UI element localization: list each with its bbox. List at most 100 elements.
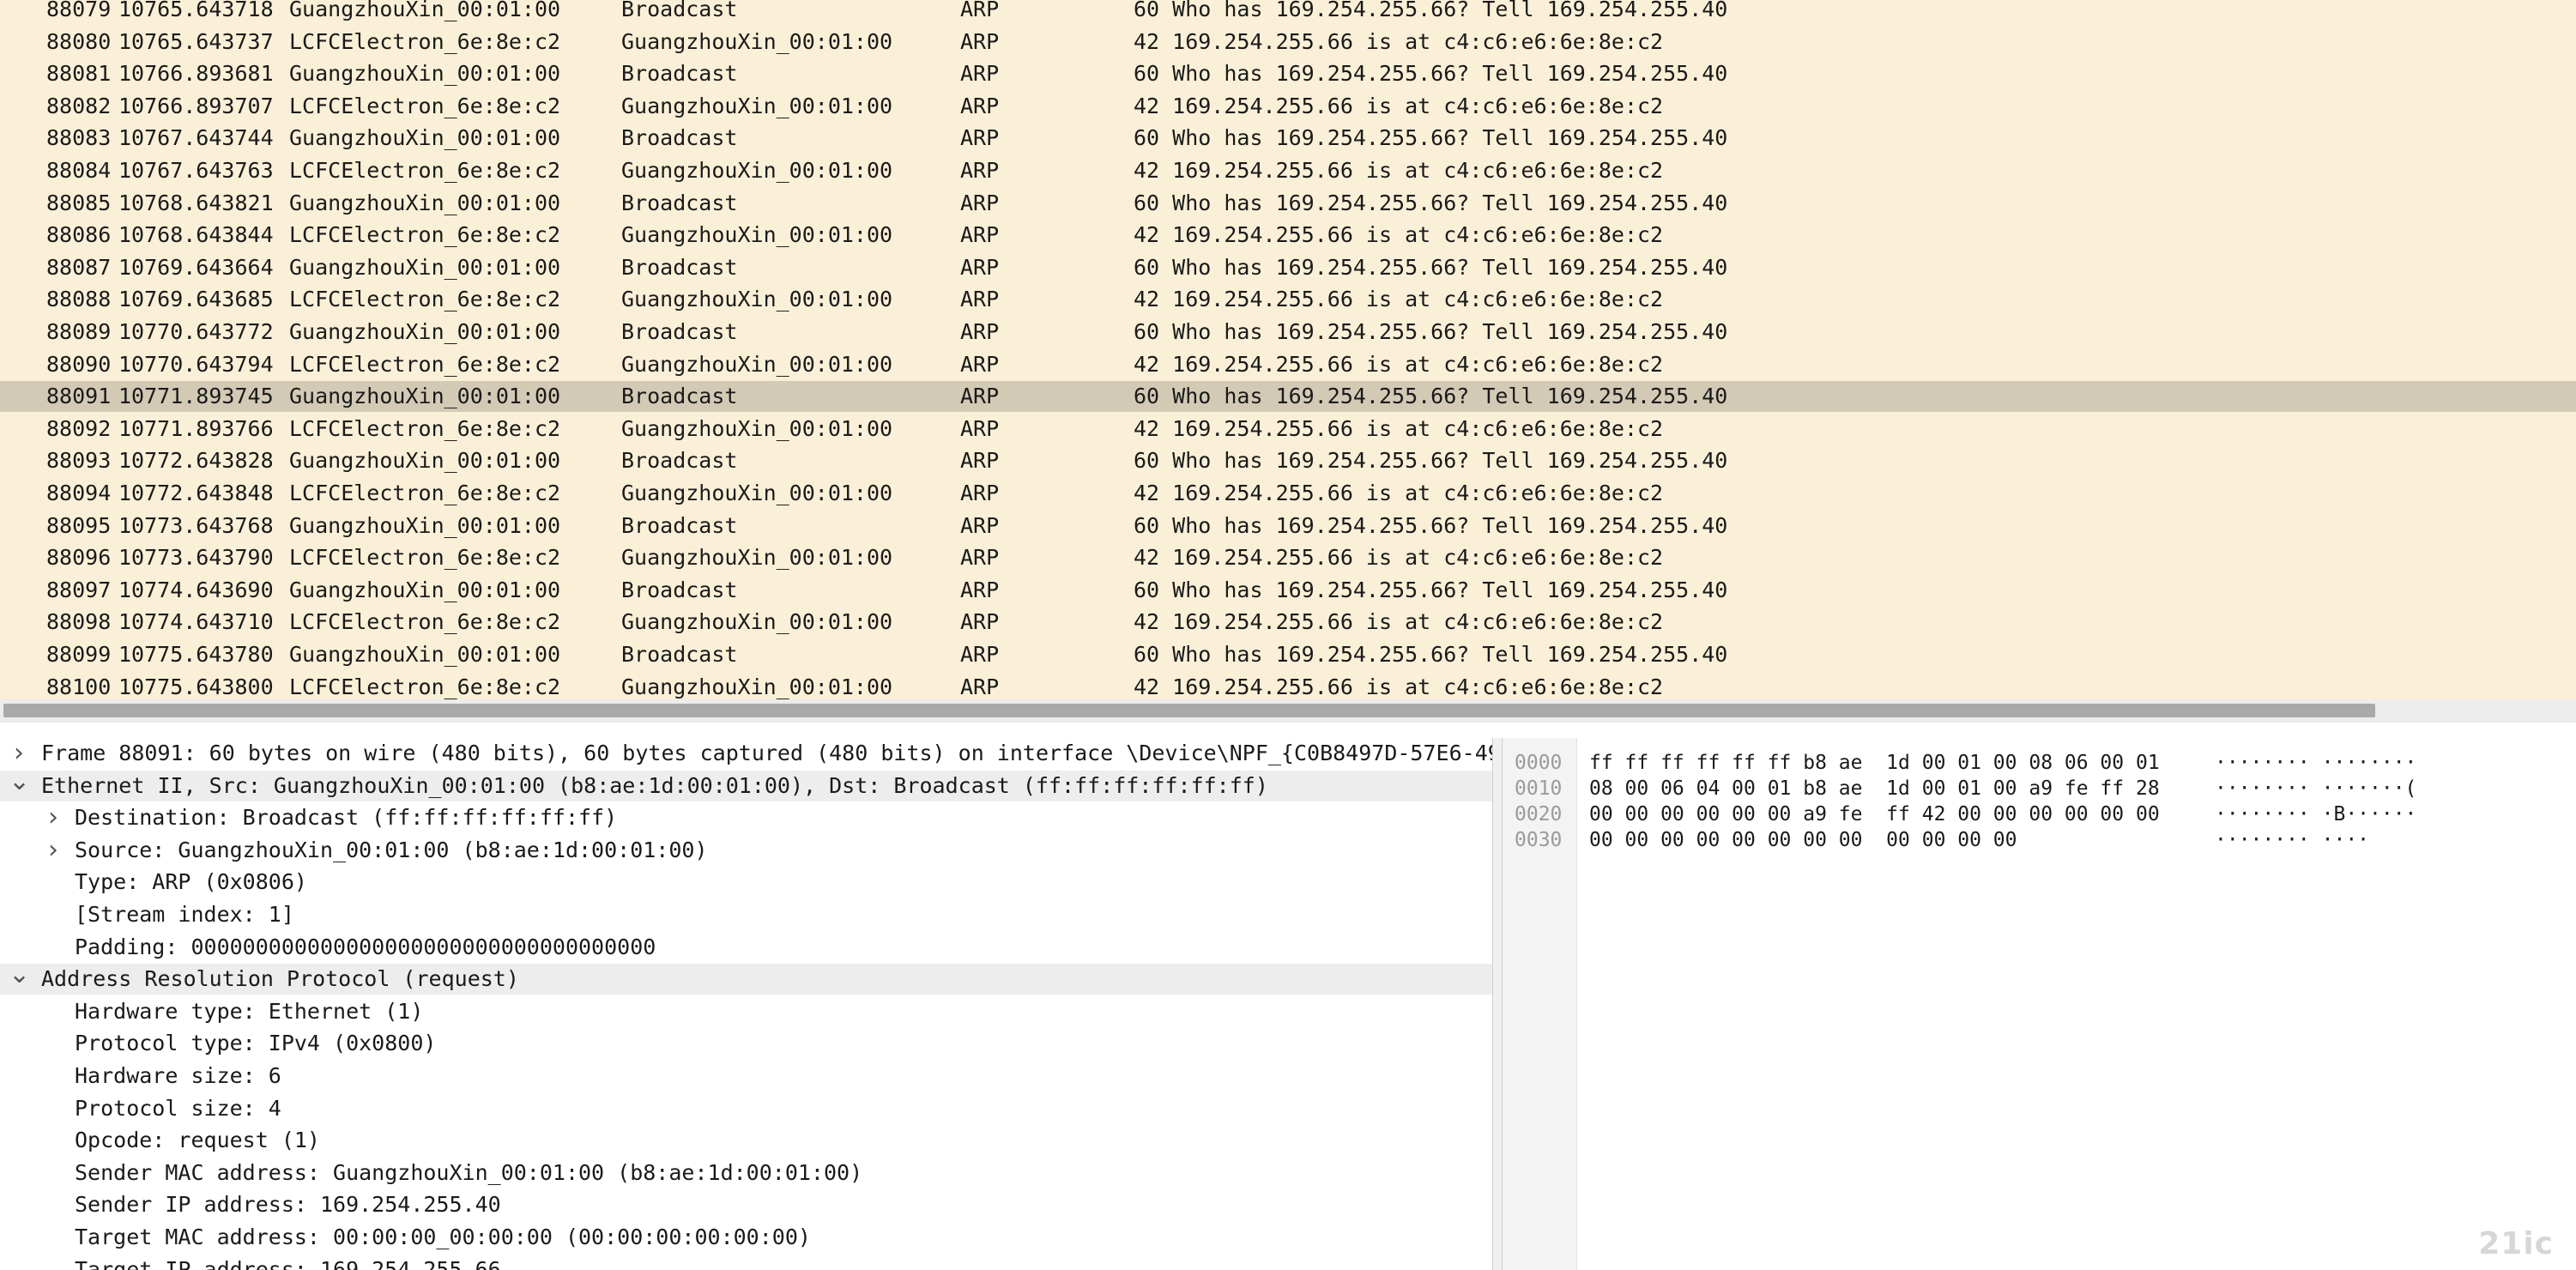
packet-source-cell: LCFCElectron_6e:8e:c2: [289, 222, 561, 248]
packet-info-cell: 60 Who has 169.254.255.66? Tell 169.254.…: [1134, 0, 1728, 21]
details-field-row[interactable]: Protocol size: 4: [0, 1093, 1492, 1124]
details-row-text: Type: ARP (0x0806): [75, 869, 307, 895]
packet-protocol-cell: ARP: [960, 287, 1000, 312]
packet-time-cell: 10771.893745: [118, 384, 274, 409]
packet-row[interactable]: 88084 10767.643763 LCFCElectron_6e:8e:c2 Gu…: [0, 155, 2576, 186]
details-field-row[interactable]: Protocol type: IPv4 (0x0800): [0, 1028, 1492, 1059]
packet-protocol-cell: ARP: [960, 609, 1000, 635]
packet-list-horizontal-scrollbar[interactable]: [0, 699, 2576, 722]
packet-info-cell: 42 169.254.255.66 is at c4:c6:e6:6e:8e:c…: [1134, 545, 1664, 571]
details-field-row[interactable]: Opcode: request (1): [0, 1125, 1492, 1156]
packet-protocol-cell: ARP: [960, 577, 1000, 602]
details-field-row[interactable]: Sender IP address: 169.254.255.40: [0, 1189, 1492, 1220]
packet-source-cell: LCFCElectron_6e:8e:c2: [289, 287, 561, 312]
details-field-row[interactable]: Hardware type: Ethernet (1): [0, 996, 1492, 1027]
packet-source-cell: LCFCElectron_6e:8e:c2: [289, 158, 561, 183]
details-row-text: Sender IP address: 169.254.255.40: [75, 1192, 501, 1218]
details-row-text: Frame 88091: 60 bytes on wire (480 bits)…: [41, 741, 1492, 765]
packet-row[interactable]: 88086 10768.643844 LCFCElectron_6e:8e:c2 Gu…: [0, 220, 2576, 251]
packet-row[interactable]: 88081 10766.893681 GuangzhouXin_00:01:00 Br…: [0, 58, 2576, 89]
packet-row[interactable]: 88096 10773.643790 LCFCElectron_6e:8e:c2 Gu…: [0, 542, 2576, 573]
details-protocol-row[interactable]: ⌄ Address Resolution Protocol (request): [0, 964, 1492, 995]
packet-no-cell: 88083: [46, 125, 112, 151]
packet-destination-cell: Broadcast: [621, 190, 738, 215]
details-field-row[interactable]: Sender MAC address: GuangzhouXin_00:01:0…: [0, 1158, 1492, 1188]
chevron-right-icon[interactable]: ›: [43, 802, 63, 833]
packet-row[interactable]: 88100 10775.643800 LCFCElectron_6e:8e:c2 Gu…: [0, 672, 2576, 699]
bytes-ascii[interactable]: ········ ·B······: [2215, 801, 2416, 827]
packet-info-cell: 42 169.254.255.66 is at c4:c6:e6:6e:8e:c…: [1134, 28, 1664, 54]
details-row-text: Padding: 0000000000000000000000000000000…: [75, 934, 656, 959]
bytes-ascii[interactable]: ········ ········: [2215, 750, 2416, 776]
packet-time-cell: 10773.643790: [118, 545, 274, 571]
chevron-right-icon[interactable]: ›: [43, 835, 63, 866]
packet-row[interactable]: 88099 10775.643780 GuangzhouXin_00:01:00 Br…: [0, 639, 2576, 670]
details-protocol-row[interactable]: ⌄ Ethernet II, Src: GuangzhouXin_00:01:00…: [0, 770, 1492, 801]
details-field-row[interactable]: [Stream index: 1]: [0, 899, 1492, 930]
packet-destination-cell: Broadcast: [621, 512, 738, 538]
packet-row[interactable]: 88095 10773.643768 GuangzhouXin_00:01:00 Br…: [0, 511, 2576, 541]
packet-row[interactable]: 88087 10769.643664 GuangzhouXin_00:01:00 Br…: [0, 252, 2576, 283]
packet-bytes-pane[interactable]: 0000 ff ff ff ff ff ff b8 ae 1d 00 01 00 …: [1503, 738, 2576, 1270]
packet-no-cell: 88079: [46, 0, 112, 21]
scrollbar-thumb[interactable]: [3, 704, 2375, 717]
details-field-row[interactable]: Target MAC address: 00:00:00_00:00:00 (0…: [0, 1222, 1492, 1253]
packet-info-cell: 42 169.254.255.66 is at c4:c6:e6:6e:8e:c…: [1134, 351, 1664, 377]
details-bytes-divider[interactable]: [1492, 738, 1503, 1270]
packet-protocol-cell: ARP: [960, 158, 1000, 183]
packet-row[interactable]: 88088 10769.643685 LCFCElectron_6e:8e:c2 Gu…: [0, 284, 2576, 315]
packet-source-cell: LCFCElectron_6e:8e:c2: [289, 93, 561, 118]
packet-protocol-cell: ARP: [960, 61, 1000, 87]
packet-info-cell: 60 Who has 169.254.255.66? Tell 169.254.…: [1134, 319, 1728, 344]
details-field-row[interactable]: Hardware size: 6: [0, 1061, 1492, 1092]
details-row-text: Target IP address: 169.254.255.66: [75, 1256, 501, 1270]
packet-protocol-cell: ARP: [960, 0, 1000, 21]
packet-no-cell: 88091: [46, 384, 112, 409]
details-field-row[interactable]: Target IP address: 169.254.255.66: [0, 1255, 1492, 1270]
bytes-hex[interactable]: 00 00 00 00 00 00 00 00 00 00 00 00: [1589, 827, 2017, 853]
packet-row[interactable]: 88090 10770.643794 LCFCElectron_6e:8e:c2 Gu…: [0, 349, 2576, 380]
packet-protocol-cell: ARP: [960, 222, 1000, 248]
packet-info-cell: 60 Who has 169.254.255.66? Tell 169.254.…: [1134, 642, 1728, 667]
details-protocol-row[interactable]: › Frame 88091: 60 bytes on wire (480 bits…: [0, 738, 1492, 769]
details-field-row[interactable]: › Source: GuangzhouXin_00:01:00 (b8:ae:1d…: [0, 835, 1492, 866]
packet-destination-cell: Broadcast: [621, 642, 738, 667]
details-row-text: Address Resolution Protocol (request): [41, 966, 519, 992]
pane-splitter[interactable]: [0, 722, 2576, 739]
bytes-hex[interactable]: ff ff ff ff ff ff b8 ae 1d 00 01 00 08 0…: [1589, 750, 2160, 776]
bytes-hex[interactable]: 08 00 06 04 00 01 b8 ae 1d 00 01 00 a9 f…: [1589, 776, 2160, 801]
packet-row[interactable]: 88093 10772.643828 GuangzhouXin_00:01:00 Br…: [0, 445, 2576, 476]
packet-row[interactable]: 88080 10765.643737 LCFCElectron_6e:8e:c2 Gu…: [0, 27, 2576, 57]
packet-no-cell: 88098: [46, 609, 112, 635]
packet-info-cell: 60 Who has 169.254.255.66? Tell 169.254.…: [1134, 577, 1728, 602]
details-field-row[interactable]: Type: ARP (0x0806): [0, 867, 1492, 898]
packet-time-cell: 10772.643848: [118, 481, 274, 505]
packet-info-cell: 42 169.254.255.66 is at c4:c6:e6:6e:8e:c…: [1134, 609, 1664, 635]
packet-source-cell: LCFCElectron_6e:8e:c2: [289, 674, 561, 699]
packet-info-cell: 42 169.254.255.66 is at c4:c6:e6:6e:8e:c…: [1134, 674, 1664, 699]
bytes-ascii[interactable]: ········ ····: [2215, 827, 2369, 853]
details-field-row[interactable]: › Destination: Broadcast (ff:ff:ff:ff:ff:…: [0, 802, 1492, 833]
bytes-ascii[interactable]: ········ ·······(: [2215, 776, 2416, 801]
packet-time-cell: 10767.643744: [118, 125, 274, 151]
packet-row[interactable]: 88092 10771.893766 LCFCElectron_6e:8e:c2 Gu…: [0, 414, 2576, 444]
packet-row[interactable]: 88085 10768.643821 GuangzhouXin_00:01:00 Br…: [0, 188, 2576, 219]
packet-row[interactable]: 88097 10774.643690 GuangzhouXin_00:01:00 Br…: [0, 575, 2576, 606]
chevron-right-icon[interactable]: ›: [9, 738, 29, 769]
packet-list[interactable]: 88079 10765.643718 GuangzhouXin_00:01:00 Br…: [0, 0, 2576, 699]
packet-row[interactable]: 88082 10766.893707 LCFCElectron_6e:8e:c2 Gu…: [0, 91, 2576, 122]
chevron-down-icon[interactable]: ⌄: [9, 964, 30, 988]
packet-row-selected[interactable]: 88091 10771.893745 GuangzhouXin_00:01:00 Br…: [0, 381, 2576, 413]
packet-details-tree[interactable]: › Frame 88091: 60 bytes on wire (480 bits…: [0, 738, 1492, 1270]
packet-source-cell: GuangzhouXin_00:01:00: [289, 61, 561, 87]
packet-row[interactable]: 88089 10770.643772 GuangzhouXin_00:01:00 Br…: [0, 317, 2576, 348]
details-row-text: Opcode: request (1): [75, 1128, 320, 1153]
bytes-hex[interactable]: 00 00 00 00 00 00 a9 fe ff 42 00 00 00 0…: [1589, 801, 2160, 827]
packet-row[interactable]: 88083 10767.643744 GuangzhouXin_00:01:00 Br…: [0, 123, 2576, 154]
packet-row[interactable]: 88079 10765.643718 GuangzhouXin_00:01:00 Br…: [0, 0, 2576, 25]
chevron-down-icon[interactable]: ⌄: [9, 771, 30, 795]
packet-row[interactable]: 88094 10772.643848 LCFCElectron_6e:8e:c2 Gu…: [0, 478, 2576, 509]
details-field-row[interactable]: Padding: 0000000000000000000000000000000…: [0, 932, 1492, 963]
packet-row[interactable]: 88098 10774.643710 LCFCElectron_6e:8e:c2 Gu…: [0, 607, 2576, 638]
packet-info-cell: 42 169.254.255.66 is at c4:c6:e6:6e:8e:c…: [1134, 222, 1664, 248]
